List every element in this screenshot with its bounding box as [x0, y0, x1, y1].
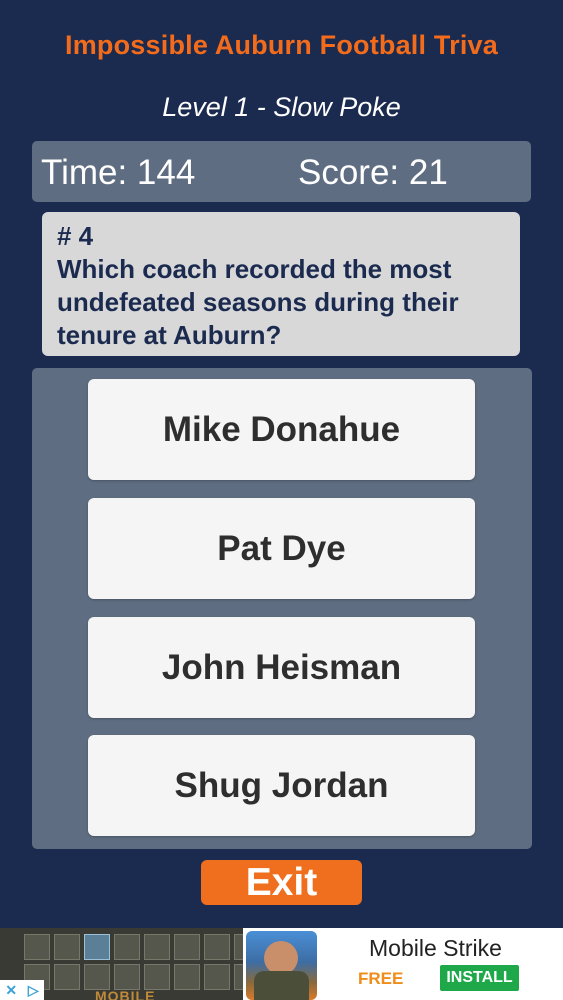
ad-grid-cell	[174, 964, 200, 990]
ad-choices[interactable]: ✕ ▷	[0, 980, 44, 1000]
score-display: Score: 21	[298, 153, 448, 192]
ad-game-text: MOBILE	[95, 988, 156, 1000]
ad-banner[interactable]: MOBILE ✕ ▷ Mobile Strike FREE INSTALL	[0, 928, 563, 1000]
ad-grid-cell	[234, 964, 243, 990]
ad-grid-cell	[204, 934, 230, 960]
question-number: # 4	[57, 221, 94, 251]
ad-price-label: FREE	[358, 969, 404, 988]
ad-grid-cell	[204, 964, 230, 990]
ad-game-image[interactable]: MOBILE ✕ ▷	[0, 928, 243, 1000]
ad-grid-cell	[114, 964, 140, 990]
ad-grid-cell	[54, 964, 80, 990]
exit-button[interactable]: Exit	[201, 860, 362, 905]
ad-inventory-grid	[24, 934, 243, 990]
ad-grid-cell	[174, 934, 200, 960]
stats-bar: Time: 144 Score: 21	[32, 141, 531, 202]
ad-grid-cell	[54, 934, 80, 960]
ad-close-icon[interactable]: ✕	[5, 982, 17, 999]
question-text: Which coach recorded the most undefeated…	[57, 254, 459, 350]
ad-grid-cell	[144, 934, 170, 960]
answer-button-4[interactable]: Shug Jordan	[88, 735, 475, 836]
ad-app-icon[interactable]	[246, 931, 317, 1000]
ad-grid-cell	[24, 934, 50, 960]
ad-grid-cell	[84, 934, 110, 960]
game-screen: Impossible Auburn Football Triva Level 1…	[0, 0, 563, 928]
ad-grid-cell	[144, 964, 170, 990]
question-box: # 4 Which coach recorded the most undefe…	[42, 212, 520, 356]
ad-install-button[interactable]: INSTALL	[440, 965, 519, 991]
app-title: Impossible Auburn Football Triva	[65, 30, 498, 60]
answer-button-1[interactable]: Mike Donahue	[88, 379, 475, 480]
ad-grid-cell	[84, 964, 110, 990]
ad-icon-body	[254, 971, 309, 1000]
answer-button-3[interactable]: John Heisman	[88, 617, 475, 718]
ad-grid-cell	[114, 934, 140, 960]
ad-icon-face	[264, 941, 298, 975]
ad-grid-cell	[234, 934, 243, 960]
timer-display: Time: 144	[41, 153, 196, 192]
answer-button-2[interactable]: Pat Dye	[88, 498, 475, 599]
ad-app-name: Mobile Strike	[369, 935, 502, 961]
ad-info-icon[interactable]: ▷	[28, 982, 39, 999]
level-label: Level 1 - Slow Poke	[162, 92, 401, 122]
answers-panel: Mike Donahue Pat Dye John Heisman Shug J…	[32, 368, 532, 849]
